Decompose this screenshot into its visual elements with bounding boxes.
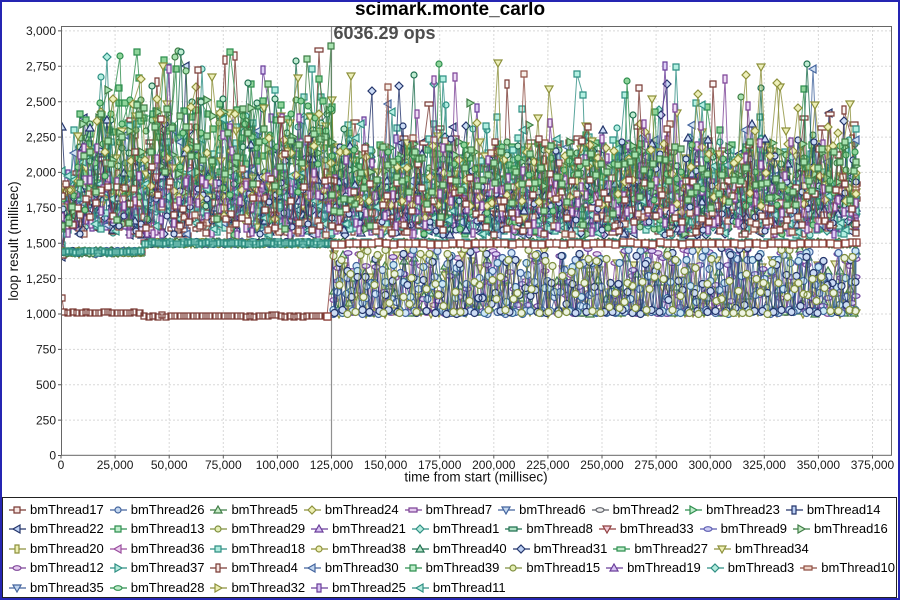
svg-text:0: 0 <box>49 449 56 463</box>
svg-text:3,000: 3,000 <box>26 24 56 38</box>
svg-text:1,250: 1,250 <box>26 272 56 286</box>
svg-text:150,000: 150,000 <box>364 458 408 472</box>
svg-text:50,000: 50,000 <box>151 458 188 472</box>
svg-text:1,000: 1,000 <box>26 307 56 321</box>
svg-text:loop result (millisec): loop result (millisec) <box>6 181 21 300</box>
svg-text:1,750: 1,750 <box>26 201 56 215</box>
svg-text:275,000: 275,000 <box>634 458 678 472</box>
svg-text:75,000: 75,000 <box>205 458 242 472</box>
svg-text:2,750: 2,750 <box>26 60 56 74</box>
svg-text:1,500: 1,500 <box>26 236 56 250</box>
svg-text:2,000: 2,000 <box>26 166 56 180</box>
svg-text:125,000: 125,000 <box>310 458 354 472</box>
svg-text:250,000: 250,000 <box>580 458 624 472</box>
svg-text:750: 750 <box>36 343 56 357</box>
svg-text:250: 250 <box>36 413 56 427</box>
svg-text:25,000: 25,000 <box>97 458 134 472</box>
svg-text:time from start (millisec): time from start (millisec) <box>404 470 547 485</box>
svg-text:2,250: 2,250 <box>26 130 56 144</box>
svg-text:300,000: 300,000 <box>689 458 733 472</box>
svg-text:2,500: 2,500 <box>26 95 56 109</box>
svg-text:100,000: 100,000 <box>256 458 300 472</box>
svg-text:350,000: 350,000 <box>797 458 841 472</box>
svg-text:325,000: 325,000 <box>743 458 787 472</box>
svg-text:500: 500 <box>36 378 56 392</box>
svg-text:0: 0 <box>58 458 65 472</box>
svg-text:375,000: 375,000 <box>851 458 895 472</box>
